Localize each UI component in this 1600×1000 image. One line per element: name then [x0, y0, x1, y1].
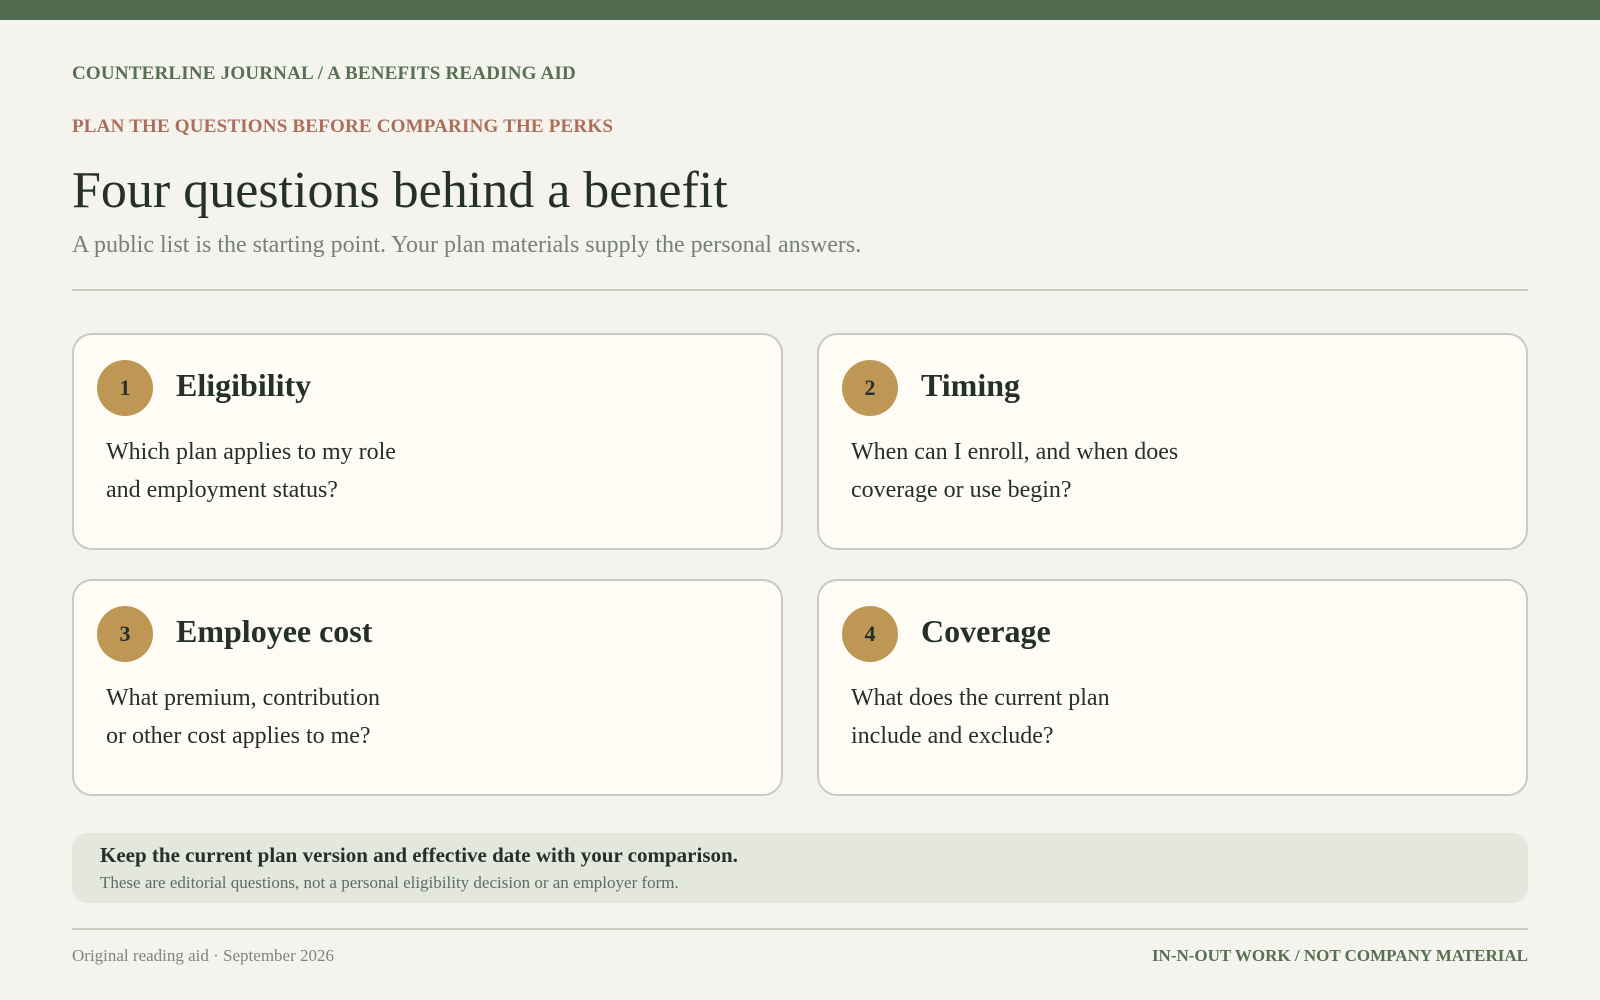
- header-divider: [72, 289, 1528, 291]
- page-subtitle: A public list is the starting point. You…: [72, 232, 862, 258]
- card-question-line: When can I enroll, and when does: [851, 439, 1179, 465]
- step-number-badge: 1: [97, 360, 153, 416]
- card-title: Eligibility: [176, 367, 312, 403]
- note-disclaimer: These are editorial questions, not a per…: [100, 873, 679, 892]
- card-question: When can I enroll, and when does coverag…: [851, 433, 1181, 509]
- card-question-line: What premium, contribution: [106, 685, 380, 711]
- card-question: Which plan applies to my role and employ…: [106, 433, 436, 509]
- footer-label: IN-N-OUT WORK / NOT COMPANY MATERIAL: [1151, 946, 1528, 965]
- page-title: Four questions behind a benefit: [72, 162, 728, 219]
- question-card-employee-cost: 3 Employee cost What premium, contributi…: [72, 579, 783, 796]
- footer-divider: [72, 928, 1528, 930]
- question-card-timing: 2 Timing When can I enroll, and when doe…: [817, 333, 1528, 550]
- card-question-line: Which plan applies to my role: [106, 439, 396, 465]
- card-question-line: include and exclude?: [851, 723, 1054, 749]
- card-title: Coverage: [921, 613, 1051, 649]
- publication-kicker: COUNTERLINE JOURNAL / A BENEFITS READING…: [72, 63, 576, 84]
- footer-credit: Original reading aid · September 2026: [72, 946, 335, 965]
- card-question-line: and employment status?: [106, 477, 338, 503]
- card-question-line: What does the current plan: [851, 685, 1110, 711]
- step-number-badge: 2: [842, 360, 898, 416]
- step-number-badge: 4: [842, 606, 898, 662]
- step-number-badge: 3: [97, 606, 153, 662]
- question-card-coverage: 4 Coverage What does the current plan in…: [817, 579, 1528, 796]
- card-question: What premium, contribution or other cost…: [106, 679, 436, 755]
- card-title: Timing: [921, 367, 1020, 403]
- question-card-eligibility: 1 Eligibility Which plan applies to my r…: [72, 333, 783, 550]
- note-headline: Keep the current plan version and effect…: [100, 843, 738, 867]
- section-eyebrow: PLAN THE QUESTIONS BEFORE COMPARING THE …: [72, 116, 614, 137]
- page: COUNTERLINE JOURNAL / A BENEFITS READING…: [72, 0, 1528, 1000]
- card-title: Employee cost: [176, 613, 373, 649]
- card-question: What does the current plan include and e…: [851, 679, 1181, 755]
- card-question-line: or other cost applies to me?: [106, 723, 371, 749]
- comparison-note: Keep the current plan version and effect…: [72, 833, 1528, 903]
- card-question-line: coverage or use begin?: [851, 477, 1072, 503]
